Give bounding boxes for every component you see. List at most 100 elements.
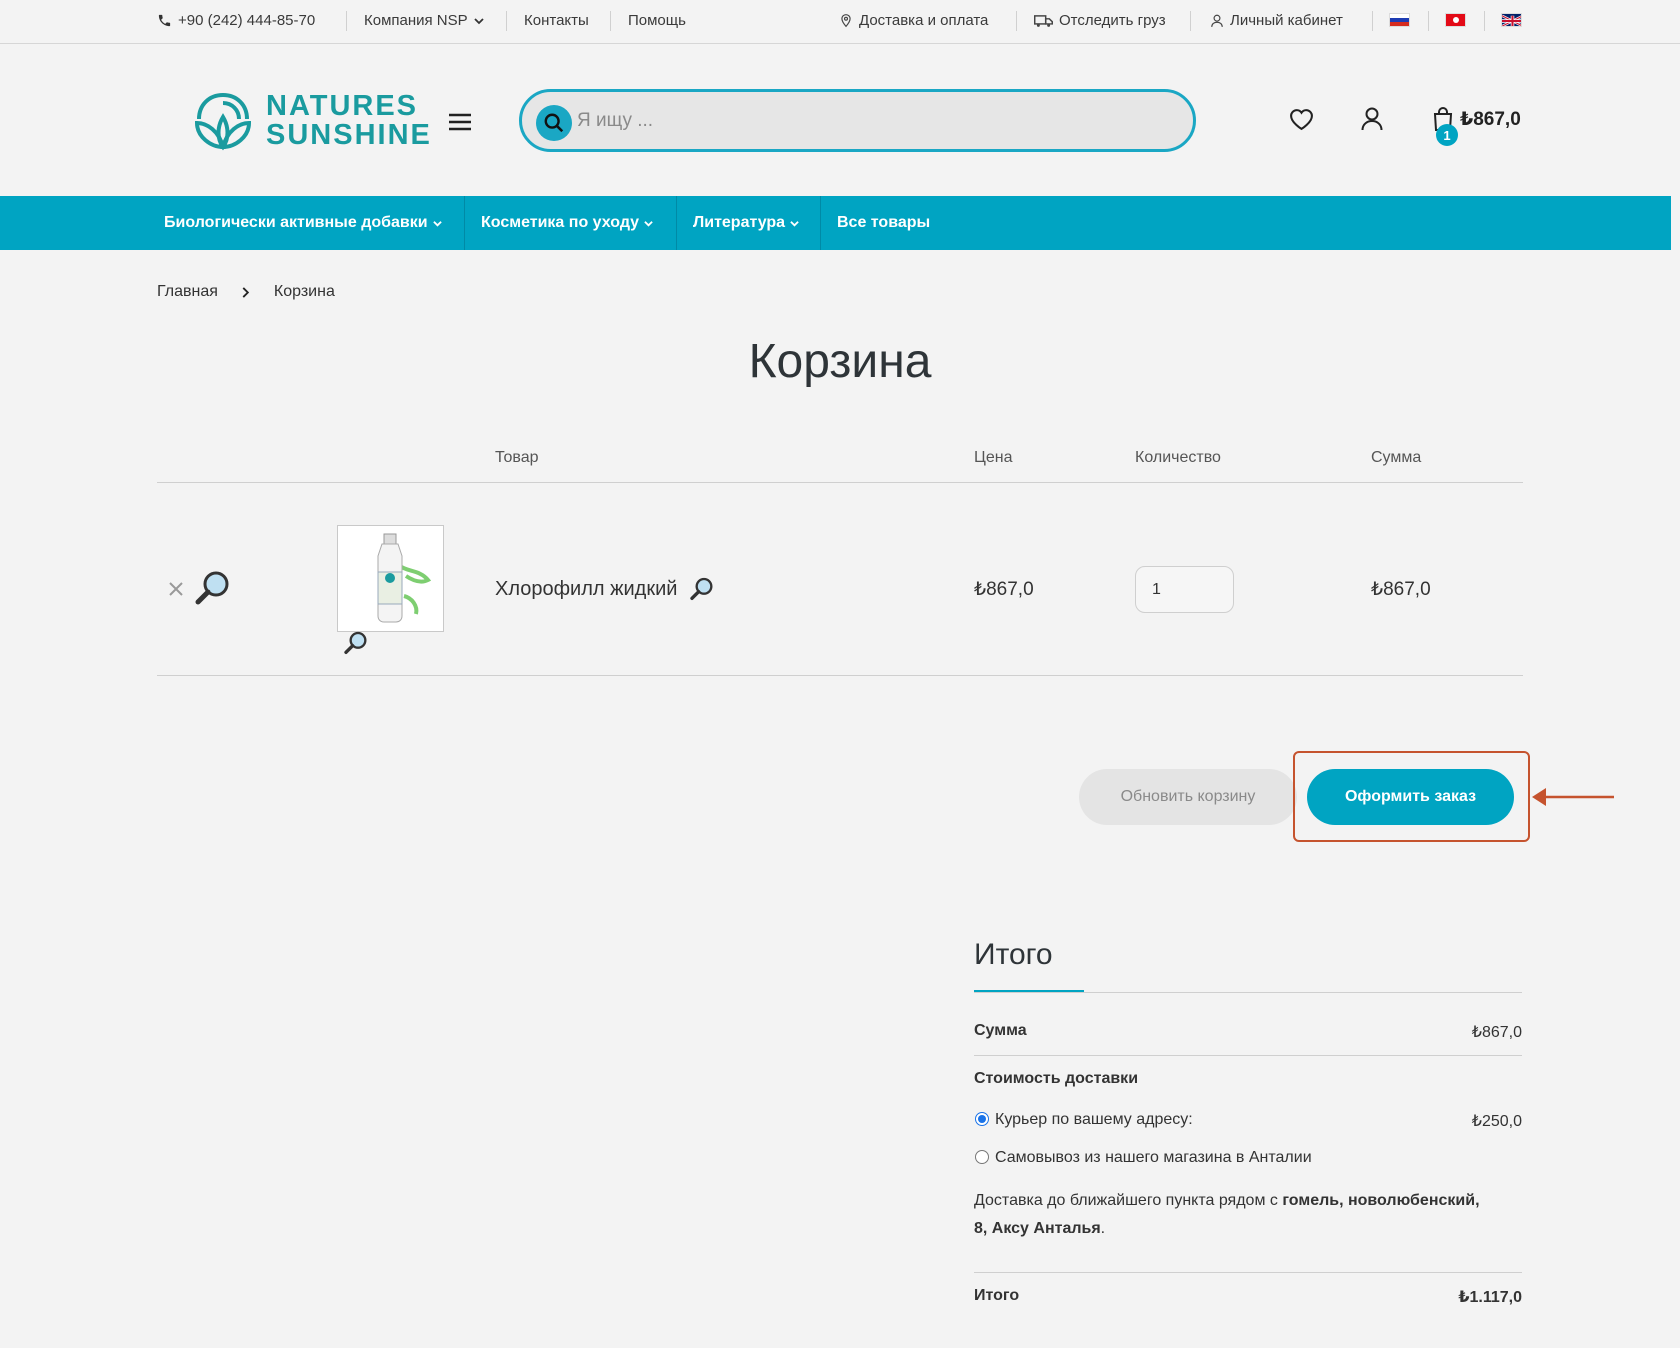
magnifier-icon (690, 577, 714, 606)
help-link[interactable]: Помощь (628, 12, 686, 29)
nav-item-literature[interactable]: Литература (693, 196, 799, 250)
nav-item-label: Косметика по уходу (481, 214, 640, 231)
shipping-option-courier-label[interactable]: Курьер по вашему адресу: (995, 1111, 1193, 1129)
magnifier-icon (195, 570, 231, 611)
product-thumbnail[interactable] (337, 525, 444, 632)
order-total-label: Итого (974, 1287, 1020, 1304)
shipping-radio-courier[interactable] (975, 1112, 989, 1126)
totals-divider (974, 1272, 1522, 1273)
phone-link[interactable]: +90 (242) 444-85-70 (157, 12, 315, 29)
account-button[interactable] (1361, 107, 1383, 136)
logo-line1: NATURES (266, 90, 419, 122)
flag-uk-icon[interactable] (1501, 13, 1522, 27)
item-subtotal: ₺867,0 (1371, 579, 1431, 600)
quantity-input[interactable] (1135, 566, 1234, 613)
remove-item-button[interactable] (168, 581, 184, 602)
flag-ru-icon[interactable] (1389, 13, 1410, 27)
main-nav: Биологически активные добавки Косметика … (0, 196, 1671, 250)
truck-icon (1034, 14, 1053, 27)
shipping-note-address: гомель, новолюбенский, (1282, 1192, 1480, 1209)
flag-tr-icon[interactable] (1445, 13, 1466, 27)
chevron-down-icon (474, 17, 484, 24)
shipping-radio-pickup[interactable] (975, 1150, 989, 1164)
account-link[interactable]: Личный кабинет (1210, 12, 1343, 29)
column-header-price: Цена (974, 449, 1013, 466)
delivery-label: Доставка и оплата (859, 12, 989, 29)
divider (1372, 11, 1373, 31)
account-label: Личный кабинет (1230, 12, 1343, 29)
subtotal-value: ₺867,0 (1471, 1024, 1522, 1041)
shipping-label: Стоимость доставки (974, 1070, 1139, 1087)
nav-divider (676, 196, 677, 250)
nav-item-label: Все товары (837, 214, 931, 231)
cart-button[interactable]: 1 ₺867,0 (1431, 104, 1523, 146)
subtotal-label: Сумма (974, 1022, 1027, 1039)
divider (1016, 11, 1017, 31)
column-header-quantity: Количество (1135, 449, 1221, 466)
logo-text[interactable]: NATURES SUNSHINE (266, 92, 432, 150)
column-header-product: Товар (495, 449, 539, 466)
track-link[interactable]: Отследить груз (1034, 12, 1166, 29)
divider (1428, 11, 1429, 31)
update-cart-button[interactable]: Обновить корзину (1079, 769, 1297, 825)
delivery-link[interactable]: Доставка и оплата (839, 12, 988, 29)
nav-item-label: Биологически активные добавки (164, 214, 428, 231)
order-total-value: ₺1.117,0 (1458, 1289, 1522, 1306)
top-bar: +90 (242) 444-85-70 Компания NSP Контакт… (0, 0, 1680, 44)
close-icon (169, 582, 183, 596)
nav-item-all-products[interactable]: Все товары (837, 196, 930, 250)
annotation-arrow-icon (1530, 786, 1616, 813)
shipping-note-address: 8, Аксу Анталья (974, 1220, 1101, 1237)
chevron-down-icon (790, 220, 799, 227)
divider (1484, 11, 1485, 31)
heart-icon (1290, 109, 1313, 131)
magnifier-icon (344, 631, 368, 660)
chevron-down-icon (432, 220, 442, 227)
user-icon (1211, 14, 1223, 27)
divider (346, 11, 347, 31)
logo-mark-icon[interactable] (191, 87, 255, 160)
user-icon (1361, 107, 1383, 131)
table-divider (157, 482, 1523, 483)
divider (1190, 11, 1191, 31)
column-header-subtotal: Сумма (1371, 449, 1422, 466)
hamburger-menu-icon[interactable] (449, 113, 471, 136)
nav-item-label: Литература (693, 214, 786, 231)
highlight-box (1293, 751, 1530, 842)
nav-divider (464, 196, 465, 250)
help-label: Помощь (628, 12, 686, 29)
table-divider (157, 675, 1523, 676)
shipping-option-courier-price: ₺250,0 (1471, 1113, 1522, 1130)
totals-divider (974, 992, 1522, 993)
nav-divider (820, 196, 821, 250)
logo-line2: SUNSHINE (266, 119, 432, 151)
shipping-note-period: . (1100, 1220, 1106, 1237)
shipping-note-text: Доставка до ближайшего пункта рядом с (974, 1192, 1278, 1209)
totals-title: Итого (974, 938, 1053, 971)
item-price: ₺867,0 (974, 579, 1034, 600)
product-bottle-image (377, 533, 432, 623)
shipping-option-pickup-label[interactable]: Самовывоз из нашего магазина в Анталии (995, 1149, 1312, 1167)
product-name-link[interactable]: Хлорофилл жидкий (495, 578, 677, 601)
search-button[interactable] (536, 105, 572, 141)
cart-count-badge: 1 (1436, 124, 1458, 146)
chevron-down-icon (644, 220, 653, 227)
contacts-label: Контакты (524, 12, 589, 29)
track-label: Отследить груз (1059, 12, 1166, 29)
chevron-right-icon (242, 286, 250, 298)
nav-item-cosmetics[interactable]: Косметика по уходу (481, 196, 653, 250)
shipping-destination-note: Доставка до ближайшего пункта рядом с го… (974, 1187, 1522, 1243)
divider (610, 11, 611, 31)
location-pin-icon (841, 14, 851, 28)
divider (506, 11, 507, 31)
nav-item-supplements[interactable]: Биологически активные добавки (164, 196, 442, 250)
search-bar (519, 89, 1196, 152)
breadcrumb-current: Корзина (273, 283, 335, 300)
contacts-link[interactable]: Контакты (524, 12, 589, 29)
company-menu[interactable]: Компания NSP (364, 12, 484, 29)
search-icon (544, 113, 564, 133)
breadcrumb-home-link[interactable]: Главная (157, 283, 218, 301)
wishlist-button[interactable] (1289, 108, 1314, 136)
totals-divider (974, 1055, 1522, 1056)
search-input[interactable] (577, 104, 1157, 138)
